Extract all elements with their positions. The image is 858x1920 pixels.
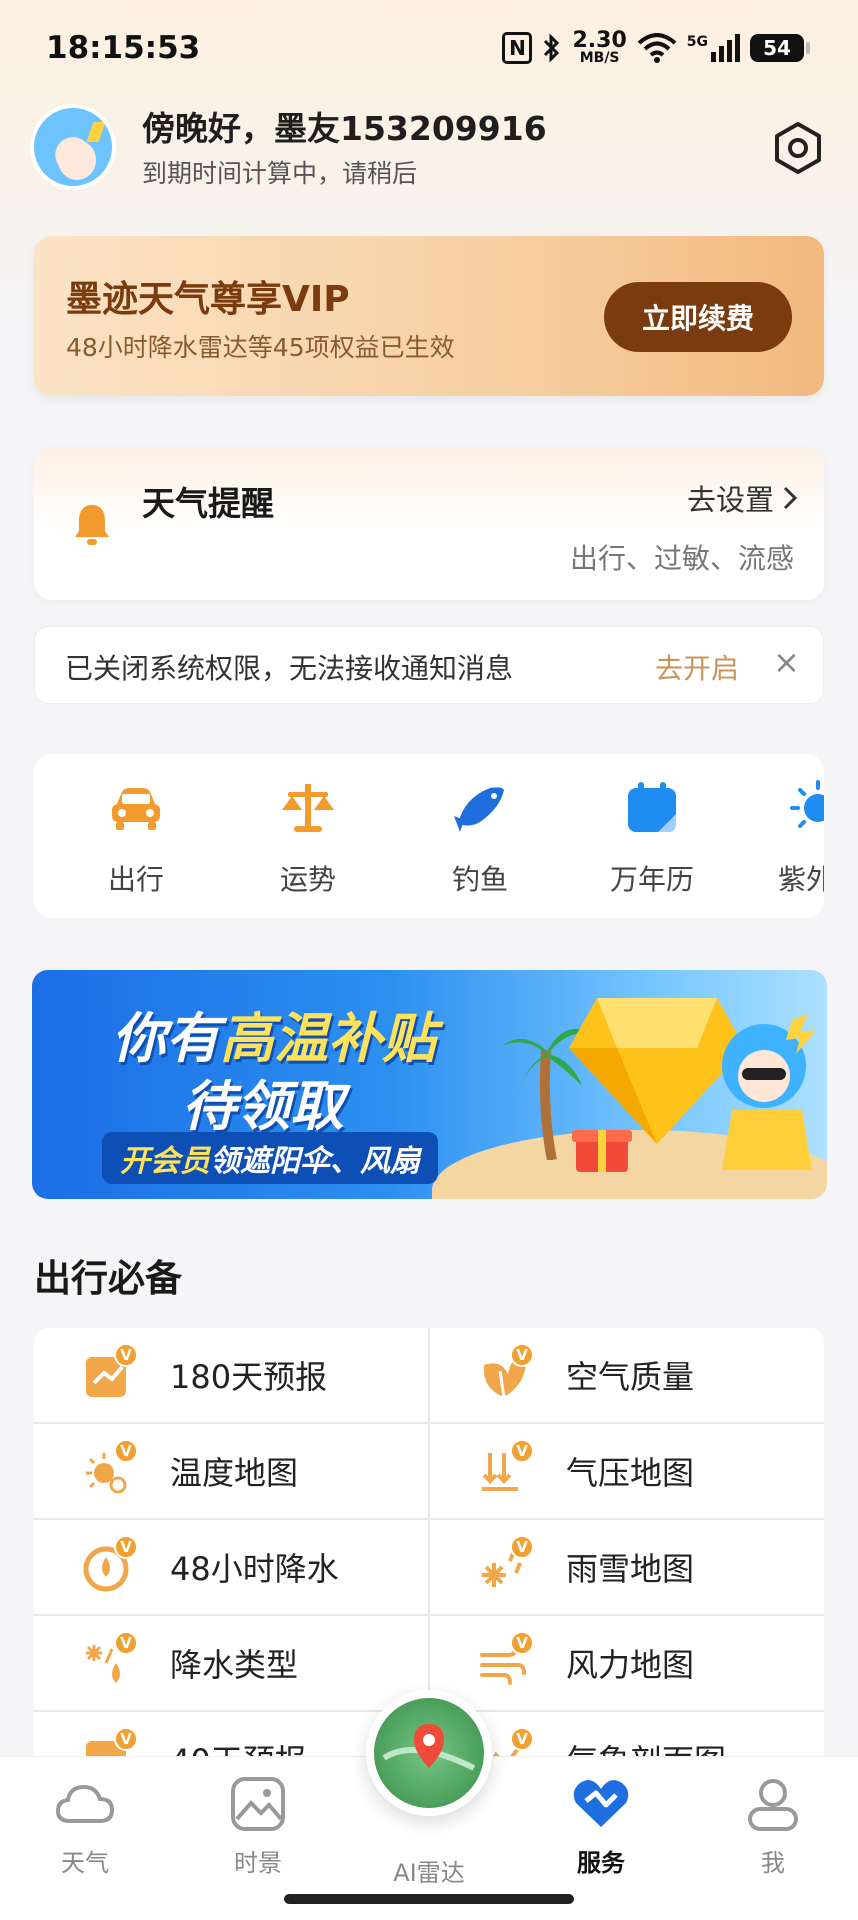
quick-item-uv[interactable]: 紫外线 [764,778,824,898]
service-heart-icon [573,1780,629,1827]
nav-label: 我 [761,1849,785,1877]
user-icon [748,1779,798,1831]
bluetooth-icon [544,32,560,63]
grid-item-48h-precipitation[interactable]: V 48小时降水 [34,1520,428,1614]
vip-subtitle: 48小时降水雷达等45项权益已生效 [66,333,455,362]
banner-headline-second: 待领取 [182,1075,344,1138]
section-title: 出行必备 [34,1257,182,1300]
cloud-icon [55,1784,115,1823]
radar-pin-icon [382,1724,476,1771]
reminder-setup-link[interactable]: 去设置 [687,477,798,519]
battery-icon: 54 [750,33,810,62]
nav-item-weather[interactable]: 天气 [30,1775,140,1878]
quick-services: 出行 运势 钓鱼 万年历 紫外线 [34,754,824,918]
bell-icon [75,505,109,545]
forecast-180-icon: V [82,1343,138,1401]
grid-item-pressure-map[interactable]: V 气压地图 [430,1424,824,1518]
reminder-setup-label: 去设置 [686,483,774,517]
promo-banner[interactable]: 你有高温补贴 待领取 开会员 领遮阳伞、风扇 [32,970,827,1199]
gift-box-icon [572,1130,632,1172]
grid-item-rain-snow-map[interactable]: V 雨雪地图 [430,1520,824,1614]
quick-item-label: 出行 [107,863,164,896]
fish-icon [454,787,504,832]
nav-label: AI雷达 [393,1859,465,1887]
uv-sun-icon [790,780,824,828]
grid-item-label: 空气质量 [566,1358,695,1396]
nav-label: 天气 [61,1849,109,1877]
status-time: 18:15:53 [46,30,201,66]
nav-item-scenery[interactable]: 时景 [203,1775,313,1878]
nfc-icon: N [502,31,533,64]
precipitation-48h-icon: V [82,1535,138,1593]
vip-title: 墨迹天气尊享VIP [66,279,350,320]
quick-item-fortune[interactable]: 运势 [248,778,368,898]
nav-label: 服务 [577,1849,625,1877]
wind-map-icon: V [478,1631,534,1689]
grid-item-label: 风力地图 [566,1646,695,1684]
home-indicator [284,1894,574,1904]
calendar-icon [628,782,676,832]
leaf-icon: V [478,1343,534,1401]
quick-item-calendar[interactable]: 万年历 [592,778,712,898]
precipitation-type-icon: V [82,1631,138,1689]
grid-item-label: 降水类型 [170,1646,299,1684]
temperature-map-icon: V [82,1439,138,1497]
settings-hexagon-icon[interactable] [770,120,826,176]
rain-snow-map-icon: V [478,1535,534,1593]
avatar[interactable] [30,104,116,190]
quick-item-fishing[interactable]: 钓鱼 [420,778,540,898]
picture-icon [231,1777,285,1831]
pressure-map-icon: V [478,1439,534,1497]
reminder-title: 天气提醒 [142,484,274,523]
grid-item-temperature-map[interactable]: V 温度地图 [34,1424,428,1518]
nav-item-ai-radar[interactable]: AI雷达 [374,1847,484,1888]
expire-status: 到期时间计算中，请稍后 [142,159,418,188]
quick-item-travel[interactable]: 出行 [76,778,196,898]
weather-reminder-card[interactable]: 天气提醒 去设置 出行、过敏、流感 [34,447,824,600]
renew-button[interactable]: 立即续费 [604,282,792,352]
enable-permission-link[interactable]: 去开启 [655,647,739,687]
grid-item-wind-map[interactable]: V 风力地图 [430,1616,824,1710]
grid-item-label: 雨雪地图 [566,1550,695,1588]
mascot-girl-icon [722,1014,816,1170]
wifi-icon [637,32,677,63]
car-icon [112,788,160,830]
grid-item-label: 气压地图 [566,1454,695,1492]
quick-item-label: 钓鱼 [451,863,508,896]
greeting-text: 傍晚好，墨友153209916 [142,109,547,148]
scale-icon [282,784,334,832]
grid-item-label: 48小时降水 [170,1550,339,1588]
quick-item-label: 万年历 [609,863,694,896]
network-speed: 2.30 MB/S [572,28,627,66]
nav-label: 时景 [234,1849,282,1877]
grid-item-label: 温度地图 [170,1454,299,1492]
chevron-right-icon [783,486,798,510]
permission-notice: 已关闭系统权限，无法接收通知消息 去开启 × [34,626,824,704]
signal-icon: 5G [687,33,740,62]
permission-message: 已关闭系统权限，无法接收通知消息 [65,652,514,685]
quick-item-label: 紫外线 [778,863,824,896]
nav-item-services[interactable]: 服务 [546,1775,656,1878]
grid-item-label: 180天预报 [170,1358,328,1396]
reminder-tags: 出行、过敏、流感 [569,542,794,575]
ai-radar-button[interactable] [366,1690,492,1816]
grid-item-180-day-forecast[interactable]: V 180天预报 [34,1328,428,1422]
quick-item-label: 运势 [279,863,336,896]
nav-item-me[interactable]: 我 [718,1775,828,1878]
status-icons: N 2.30 MB/S 5G 54 [502,28,810,66]
close-icon[interactable]: × [773,643,800,681]
banner-offer-pill: 开会员 领遮阳伞、风扇 [102,1132,438,1184]
grid-item-precipitation-type[interactable]: V 降水类型 [34,1616,428,1710]
grid-item-air-quality[interactable]: V 空气质量 [430,1328,824,1422]
vip-card[interactable]: 墨迹天气尊享VIP 48小时降水雷达等45项权益已生效 立即续费 [34,236,824,396]
